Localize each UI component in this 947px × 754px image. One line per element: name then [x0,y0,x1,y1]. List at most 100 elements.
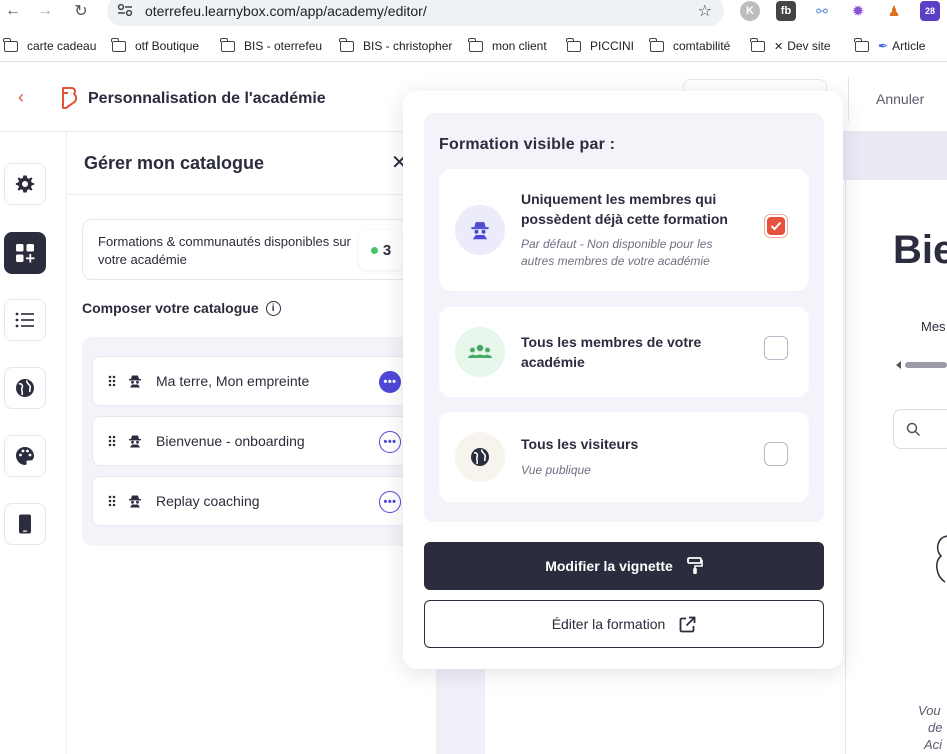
status-dot-icon [370,246,378,254]
checkmark-icon [770,221,782,231]
option-checkbox[interactable] [764,214,788,238]
available-count-badge: 3 [359,230,403,270]
private-spy-icon [129,495,141,508]
mobile-preview-button[interactable] [4,503,46,545]
visibility-option-visitors[interactable]: Tous les visiteurs Vue publique [439,412,809,502]
list-icon [15,312,34,328]
catalog-list: Ma terre, Mon empreinte ••• Bienvenue - … [82,337,427,546]
search-icon [906,422,921,437]
extension-fb-icon[interactable]: fb [776,1,796,21]
members-group-icon [455,327,505,377]
folder-icon [111,37,126,52]
bookmark-item[interactable]: mon client [468,37,547,53]
visibility-option-owners[interactable]: Uniquement les membres qui possèdent déj… [439,169,809,291]
option-title: Tous les membres de votre académie [521,334,702,370]
drag-handle-icon[interactable] [108,375,116,387]
extension-badge-icon[interactable]: 28 [920,1,940,21]
bookmark-star-icon[interactable]: ☆ [698,1,712,21]
bookmark-item[interactable]: ✕ Dev site [750,37,831,53]
folder-icon [854,37,869,52]
folder-icon [339,37,354,52]
preview-illustration [936,535,947,583]
extension-k-icon[interactable]: K [740,1,760,21]
dev-icon: ✕ [774,40,784,53]
spy-icon [455,205,505,255]
folder-icon [750,37,765,52]
url-text: oterrefeu.learnybox.com/app/academy/edit… [145,3,427,19]
page-title: Personnalisation de l'académie [88,90,326,107]
panel-divider [67,194,437,195]
visibility-title: Formation visible par : [439,136,616,153]
available-formations-box: Formations & communautés disponibles sur… [82,219,412,280]
folder-icon [649,37,664,52]
pen-icon: ✒ [878,39,889,53]
drag-handle-icon[interactable] [108,495,116,507]
option-checkbox[interactable] [764,336,788,360]
catalog-panel: Gérer mon catalogue ✕ Formations & commu… [66,132,437,754]
drag-handle-icon[interactable] [108,435,116,447]
item-label: Ma terre, Mon empreinte [156,373,310,389]
bookmarks-bar: carte cadeau otf Boutique BIS - oterrefe… [0,31,947,62]
more-options-icon[interactable]: ••• [379,371,401,393]
list-item[interactable]: Ma terre, Mon empreinte ••• [92,356,412,406]
preview-search-box[interactable] [893,409,947,449]
add-widget-icon [16,244,35,263]
more-options-icon[interactable]: ••• [379,491,401,513]
tablet-icon [19,514,31,534]
info-icon[interactable]: i [265,300,281,316]
edit-thumbnail-button[interactable]: Modifier la vignette [424,542,824,590]
option-checkbox[interactable] [764,442,788,466]
private-spy-icon [129,375,141,388]
extension-person-icon[interactable]: ♟ [884,1,904,21]
visibility-panel: Formation visible par : Uniquement les m… [424,113,824,522]
folder-icon [3,37,18,52]
external-link-icon [679,616,696,633]
menu-list-button[interactable] [4,299,46,341]
globe-icon [455,432,505,482]
list-item[interactable]: Bienvenue - onboarding ••• [92,416,412,466]
extension-link-icon[interactable]: ⚯ [812,1,832,21]
icon-sidebar [0,132,50,754]
edit-formation-button[interactable]: Éditer la formation [424,600,824,648]
palette-icon [16,447,34,465]
available-formations-text: Formations & communautés disponibles sur… [98,234,351,267]
option-subtitle: Vue publique [521,463,591,477]
bookmark-item[interactable]: BIS - oterrefeu [220,37,322,53]
bookmark-item[interactable]: PICCINI [566,37,634,53]
item-label: Bienvenue - onboarding [156,433,305,449]
domain-button[interactable] [4,367,46,409]
back-arrow-icon[interactable]: ← [0,0,26,22]
visibility-popover: Formation visible par : Uniquement les m… [403,91,843,669]
extension-gear-icon[interactable]: ✹ [848,1,868,21]
preview-label: Mes [921,319,946,334]
visibility-option-members[interactable]: Tous les membres de votre académie [439,307,809,397]
address-bar[interactable]: oterrefeu.learnybox.com/app/academy/edit… [107,0,724,26]
browser-toolbar: ← → ↻ oterrefeu.learnybox.com/app/academ… [0,0,947,31]
gear-icon [15,175,35,193]
folder-icon [220,37,235,52]
forward-arrow-icon[interactable]: → [32,0,58,22]
reload-icon[interactable]: ↻ [68,0,94,22]
cancel-button[interactable]: Annuler [876,91,924,107]
bookmark-item[interactable]: otf Boutique [111,37,199,53]
option-title: Uniquement les membres qui possèdent déj… [521,191,728,227]
learnybox-logo-icon [62,87,78,109]
more-options-icon[interactable]: ••• [379,431,401,453]
theme-button[interactable] [4,435,46,477]
item-label: Replay coaching [156,493,260,509]
bookmark-item[interactable]: carte cadeau [3,37,96,53]
paint-roller-icon [686,557,703,575]
preview-heading: Bie [893,228,947,272]
preview-scroll-slider[interactable] [895,360,947,370]
bookmark-item[interactable]: BIS - christopher [339,37,452,53]
folder-icon [468,37,483,52]
settings-button[interactable] [4,163,46,205]
site-settings-icon[interactable] [117,3,133,19]
bookmark-item[interactable]: comtabilité [649,37,730,53]
catalog-button[interactable] [4,232,46,274]
list-item[interactable]: Replay coaching ••• [92,476,412,526]
bookmark-item[interactable]: ✒ Article [854,37,925,53]
header-divider [848,77,849,121]
back-chevron-icon[interactable]: ‹ [18,87,24,108]
compose-catalog-title: Composer votre catalogue i [82,300,281,316]
